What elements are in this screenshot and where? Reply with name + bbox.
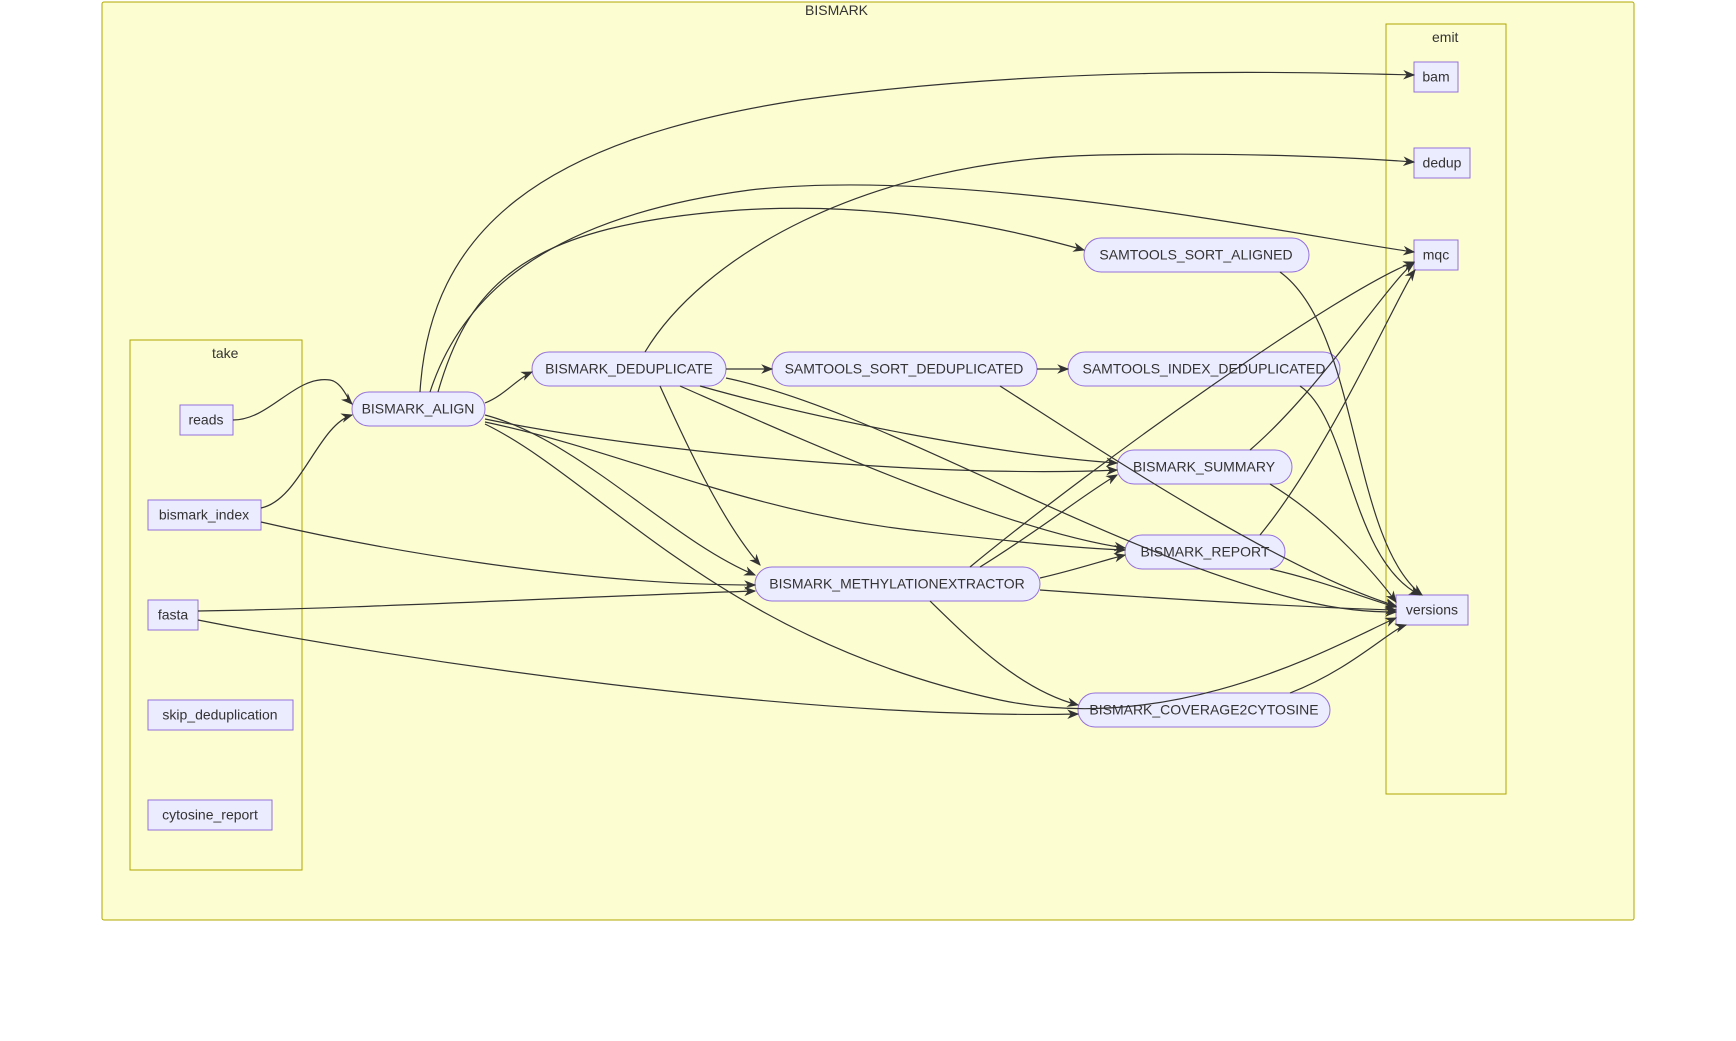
node-bismark-coverage2cytosine[interactable]: BISMARK_COVERAGE2CYTOSINE [1078,693,1330,727]
node-versions[interactable]: versions [1396,595,1468,625]
svg-text:bismark_index: bismark_index [159,507,249,523]
node-bismark-methylationextractor[interactable]: BISMARK_METHYLATIONEXTRACTOR [755,567,1040,601]
node-mqc[interactable]: mqc [1414,240,1458,270]
node-bismark-deduplicate[interactable]: BISMARK_DEDUPLICATE [532,352,726,386]
node-samtools-sort-aligned[interactable]: SAMTOOLS_SORT_ALIGNED [1084,238,1309,272]
node-bam[interactable]: bam [1414,62,1458,92]
node-samtools-sort-deduplicated[interactable]: SAMTOOLS_SORT_DEDUPLICATED [772,352,1037,386]
node-reads[interactable]: reads [180,405,233,435]
svg-text:reads: reads [188,412,223,428]
svg-text:mqc: mqc [1423,247,1449,263]
node-bismark-index[interactable]: bismark_index [148,500,261,530]
svg-text:SAMTOOLS_SORT_ALIGNED: SAMTOOLS_SORT_ALIGNED [1099,247,1292,263]
node-fasta[interactable]: fasta [148,600,198,630]
svg-text:versions: versions [1406,602,1458,618]
svg-text:dedup: dedup [1423,155,1462,171]
svg-text:SAMTOOLS_SORT_DEDUPLICATED: SAMTOOLS_SORT_DEDUPLICATED [785,361,1024,377]
node-bismark-align[interactable]: BISMARK_ALIGN [352,392,485,426]
diagram-title: BISMARK [805,2,869,18]
svg-text:bam: bam [1422,69,1449,85]
svg-text:BISMARK_METHYLATIONEXTRACTOR: BISMARK_METHYLATIONEXTRACTOR [769,576,1024,592]
cluster-emit-label: emit [1432,29,1459,45]
node-skip-deduplication[interactable]: skip_deduplication [148,700,293,730]
svg-text:SAMTOOLS_INDEX_DEDUPLICATED: SAMTOOLS_INDEX_DEDUPLICATED [1083,361,1326,377]
node-bismark-report[interactable]: BISMARK_REPORT [1125,535,1285,569]
svg-text:skip_deduplication: skip_deduplication [162,707,277,723]
svg-text:BISMARK_DEDUPLICATE: BISMARK_DEDUPLICATE [545,361,713,377]
node-samtools-index-deduplicated[interactable]: SAMTOOLS_INDEX_DEDUPLICATED [1068,352,1340,386]
node-bismark-summary[interactable]: BISMARK_SUMMARY [1117,450,1292,484]
cluster-emit [1386,24,1506,794]
diagram-canvas: BISMARK take emit reads bismark_index fa… [100,0,1636,922]
node-dedup[interactable]: dedup [1414,148,1470,178]
svg-text:BISMARK_REPORT: BISMARK_REPORT [1141,544,1270,560]
svg-text:fasta: fasta [158,607,189,623]
svg-text:BISMARK_COVERAGE2CYTOSINE: BISMARK_COVERAGE2CYTOSINE [1089,702,1318,718]
cluster-take-label: take [212,345,239,361]
node-cytosine-report[interactable]: cytosine_report [148,800,272,830]
svg-text:BISMARK_SUMMARY: BISMARK_SUMMARY [1133,459,1276,475]
svg-text:cytosine_report: cytosine_report [162,807,258,823]
svg-text:BISMARK_ALIGN: BISMARK_ALIGN [362,401,475,417]
